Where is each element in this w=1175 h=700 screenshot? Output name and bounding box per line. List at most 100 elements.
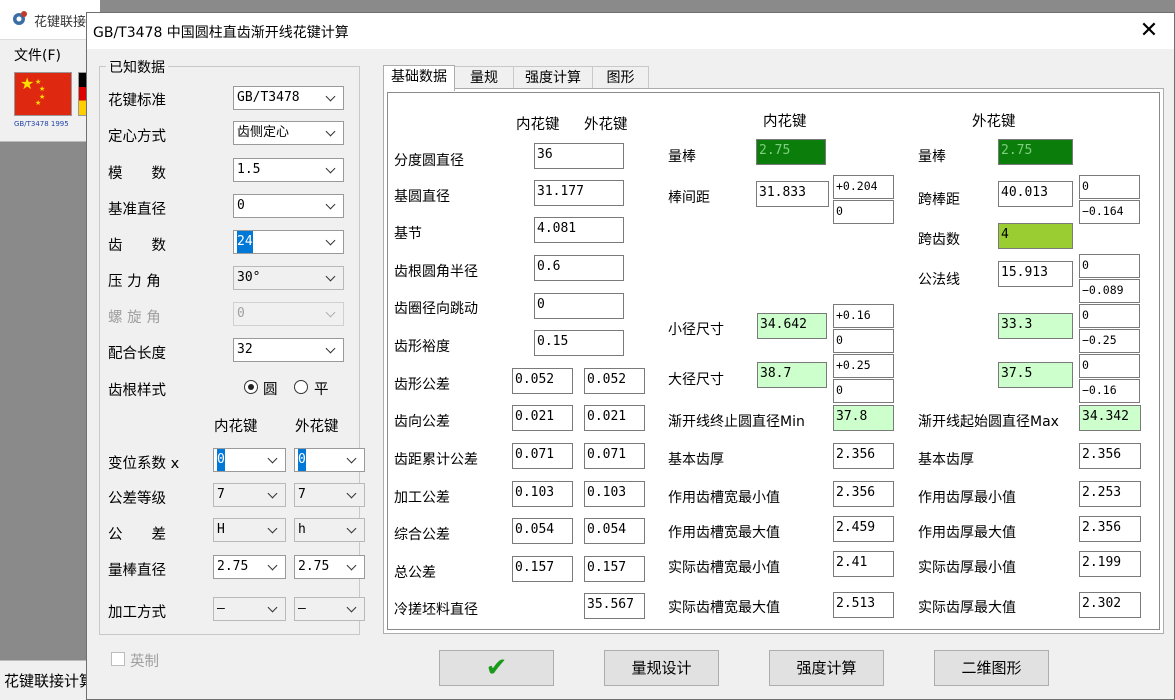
teeth-label: 齿 数 — [108, 238, 166, 254]
2d-drawing-button[interactable]: 二维图形 — [934, 650, 1049, 686]
cum-pitch-tol-internal[interactable]: 0.071 — [512, 443, 573, 469]
external-major-dia-upper[interactable]: 0 — [1079, 354, 1140, 378]
tab-strength[interactable]: 强度计算 — [513, 66, 593, 90]
internal-minor-dia-label: 小径尺寸 — [668, 322, 724, 338]
blank-diameter-field[interactable]: 35.567 — [584, 593, 645, 619]
act-space-max-field[interactable]: 2.513 — [833, 592, 894, 618]
form-start-dia-field[interactable]: 34.342 — [1079, 405, 1141, 431]
fit-length-select[interactable]: 32 — [233, 338, 344, 362]
over-pins-field[interactable]: 40.013 — [998, 181, 1073, 207]
chevron-down-icon — [325, 159, 339, 181]
form-clearance-field[interactable]: 0.15 — [534, 330, 624, 356]
root-round-radio[interactable] — [244, 380, 258, 394]
external-major-dia-field[interactable]: 37.5 — [998, 362, 1073, 388]
machining-tol-external[interactable]: 0.103 — [584, 481, 645, 507]
external-major-dia-lower[interactable]: −0.16 — [1079, 379, 1140, 403]
base-diameter-field[interactable]: 31.177 — [534, 180, 624, 206]
internal-major-dia-field[interactable]: 38.7 — [757, 362, 827, 388]
root-fillet-field[interactable]: 0.6 — [534, 255, 624, 281]
china-flag-icon[interactable]: ★ ★ ★ ★ ★ — [14, 72, 72, 116]
tab-basic-data[interactable]: 基础数据 — [383, 65, 455, 91]
tol-grade-internal-select[interactable]: 7 — [213, 483, 286, 507]
strength-calc-button[interactable]: 强度计算 — [769, 650, 884, 686]
cum-pitch-tol-external[interactable]: 0.071 — [584, 443, 645, 469]
tol-grade-external-select[interactable]: 7 — [294, 483, 365, 507]
shift-coef-internal-select[interactable]: 0 — [213, 448, 286, 472]
eff-space-min-field[interactable]: 2.356 — [833, 481, 894, 507]
act-thick-min-label: 实际齿厚最小值 — [918, 560, 1016, 576]
pin-diameter-internal-select[interactable]: 2.75 — [213, 555, 286, 579]
pressure-angle-select[interactable]: 30° — [233, 266, 344, 290]
between-pins-lower[interactable]: 0 — [833, 200, 894, 224]
act-thick-max-field[interactable]: 2.302 — [1079, 592, 1141, 618]
centering-select[interactable]: 齿侧定心 — [233, 121, 344, 145]
profile-tol-internal[interactable]: 0.052 — [512, 368, 573, 394]
eff-thick-min-field[interactable]: 2.253 — [1079, 481, 1141, 507]
internal-major-dia-label: 大径尺寸 — [668, 372, 724, 388]
shift-coef-external-select[interactable]: 0 — [294, 448, 365, 472]
chevron-down-icon — [346, 519, 360, 541]
composite-tol-external[interactable]: 0.054 — [584, 518, 645, 544]
internal-major-dia-lower[interactable]: 0 — [833, 379, 894, 403]
external-pin-field[interactable]: 2.75 — [998, 139, 1073, 165]
common-normal-lower[interactable]: −0.089 — [1079, 279, 1140, 303]
standard-select[interactable]: GB/T3478 — [233, 86, 344, 110]
common-normal-upper[interactable]: 0 — [1079, 254, 1140, 278]
teeth-select[interactable]: 24 — [233, 230, 344, 254]
close-icon[interactable]: ✕ — [1127, 15, 1171, 47]
process-internal-select[interactable]: – — [213, 597, 286, 621]
external-minor-dia-lower[interactable]: −0.25 — [1079, 329, 1140, 353]
eff-space-max-label: 作用齿槽宽最大值 — [668, 525, 780, 541]
checkmark-icon: ✔ — [485, 653, 508, 683]
form-end-dia-field[interactable]: 37.8 — [833, 405, 894, 431]
over-pins-upper[interactable]: 0 — [1079, 175, 1140, 199]
machining-tol-internal[interactable]: 0.103 — [512, 481, 573, 507]
centering-label: 定心方式 — [108, 129, 166, 145]
external-basic-field[interactable]: 2.356 — [1079, 443, 1141, 469]
tolerance-external-select[interactable]: h — [294, 518, 365, 542]
base-pitch-field[interactable]: 4.081 — [534, 217, 624, 243]
composite-tol-internal[interactable]: 0.054 — [512, 518, 573, 544]
ok-button[interactable]: ✔ — [439, 650, 554, 686]
between-pins-upper[interactable]: +0.204 — [833, 175, 894, 199]
root-flat-radio[interactable] — [294, 380, 308, 394]
lead-tol-external[interactable]: 0.021 — [584, 405, 645, 431]
gauge-design-button[interactable]: 量规设计 — [604, 650, 719, 686]
eff-space-max-field[interactable]: 2.459 — [833, 516, 894, 542]
profile-tol-external[interactable]: 0.052 — [584, 368, 645, 394]
lead-tol-internal[interactable]: 0.021 — [512, 405, 573, 431]
internal-minor-dia-field[interactable]: 34.642 — [757, 313, 827, 339]
act-thick-min-field[interactable]: 2.199 — [1079, 551, 1141, 577]
external-pin-label: 量棒 — [918, 149, 946, 165]
pitch-diameter-field[interactable]: 36 — [534, 143, 624, 169]
eff-thick-max-field[interactable]: 2.356 — [1079, 516, 1141, 542]
over-pins-lower[interactable]: −0.164 — [1079, 200, 1140, 224]
internal-pin-field[interactable]: 2.75 — [756, 139, 826, 165]
external-minor-dia-field[interactable]: 33.3 — [998, 313, 1073, 339]
internal-minor-dia-upper[interactable]: +0.16 — [833, 304, 894, 328]
root-round-label: 圆 — [263, 382, 278, 398]
pin-diameter-external-select[interactable]: 2.75 — [294, 555, 365, 579]
tolerance-internal-select[interactable]: H — [213, 518, 286, 542]
menu-file[interactable]: 文件(F) — [14, 45, 61, 65]
imperial-label: 英制 — [130, 654, 159, 670]
module-select[interactable]: 1.5 — [233, 158, 344, 182]
between-pins-field[interactable]: 31.833 — [756, 181, 829, 207]
ref-diameter-select[interactable]: 0 — [233, 194, 344, 218]
common-normal-field[interactable]: 15.913 — [998, 261, 1073, 287]
process-external-select[interactable]: – — [294, 597, 365, 621]
tab-graphics[interactable]: 图形 — [592, 66, 649, 90]
internal-major-dia-upper[interactable]: +0.25 — [833, 354, 894, 378]
total-tol-external[interactable]: 0.157 — [584, 556, 645, 582]
chevron-down-icon — [325, 122, 339, 144]
act-space-min-field[interactable]: 2.41 — [833, 551, 894, 577]
eff-thick-min-label: 作用齿厚最小值 — [918, 490, 1016, 506]
runout-field[interactable]: 0 — [534, 293, 624, 319]
internal-basic-field[interactable]: 2.356 — [833, 443, 894, 469]
internal-spline-title: 内花键 — [763, 114, 807, 130]
internal-minor-dia-lower[interactable]: 0 — [833, 329, 894, 353]
tab-gauge[interactable]: 量规 — [454, 66, 514, 90]
total-tol-internal[interactable]: 0.157 — [512, 556, 573, 582]
span-teeth-field[interactable]: 4 — [998, 223, 1073, 249]
external-minor-dia-upper[interactable]: 0 — [1079, 304, 1140, 328]
